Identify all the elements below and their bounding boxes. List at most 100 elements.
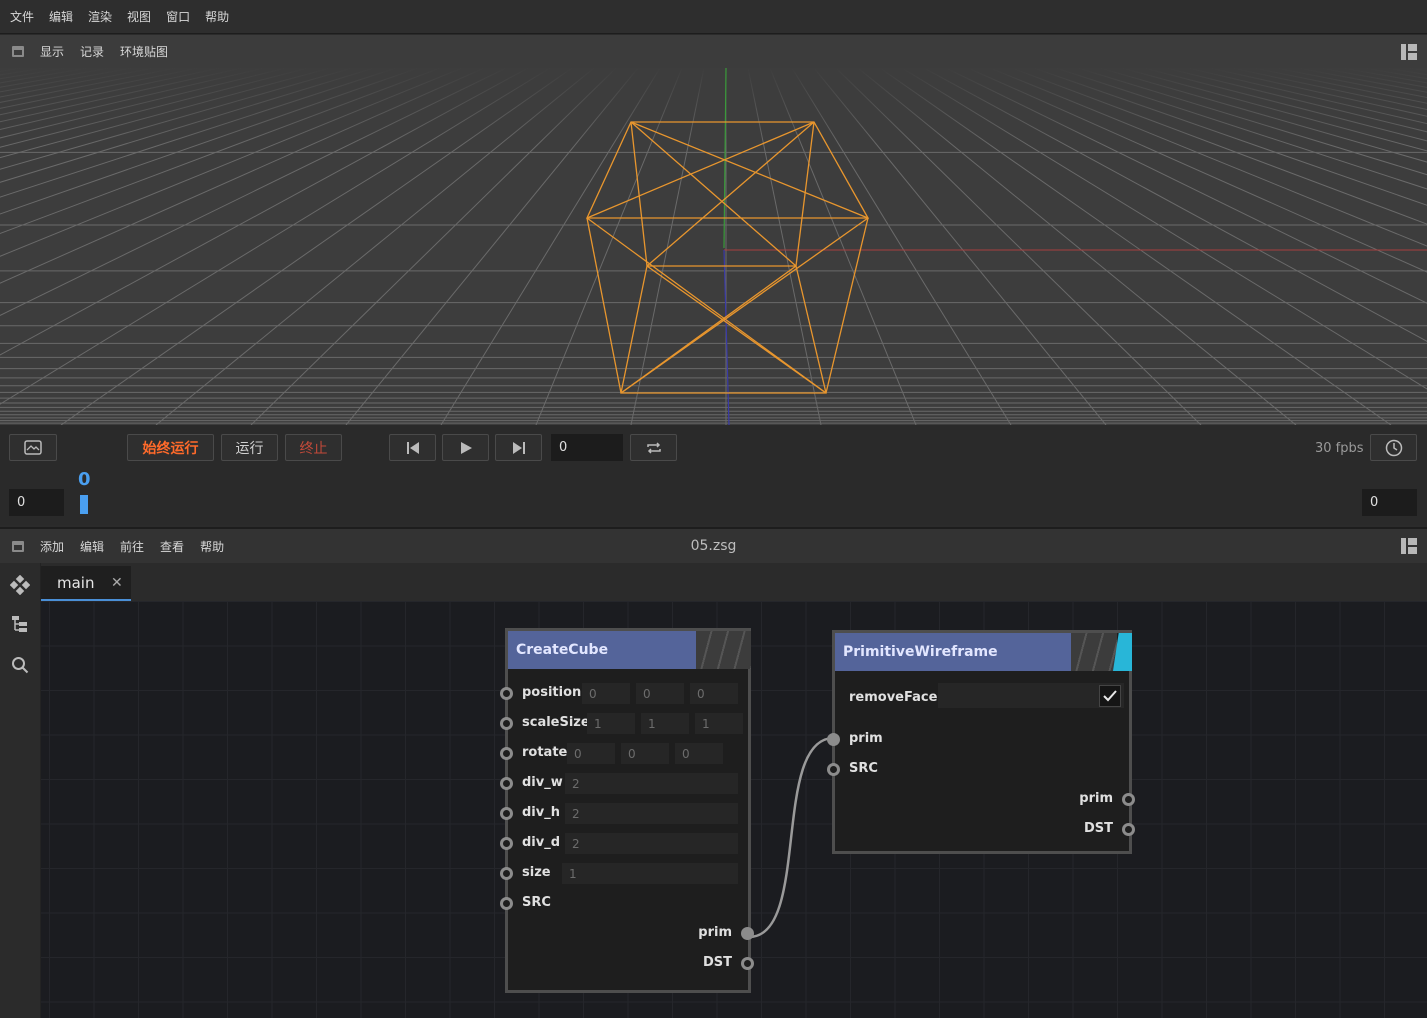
viewport-menu-display[interactable]: 显示	[40, 43, 64, 60]
node-title-stripes	[696, 631, 751, 669]
node-menu-add[interactable]: 添加	[40, 538, 64, 555]
node-editor-sidebar	[0, 563, 41, 1018]
search-icon[interactable]	[11, 656, 29, 674]
node-title-stripes	[1071, 633, 1117, 671]
tab-close-icon[interactable]: ✕	[111, 575, 123, 591]
input-socket-scaleSize[interactable]	[500, 717, 513, 730]
node-menu-help[interactable]: 帮助	[200, 538, 224, 555]
menu-render[interactable]: 渲染	[88, 8, 119, 25]
rotate-field-2[interactable]: 0	[675, 743, 723, 764]
div_w-field[interactable]: 2	[565, 773, 738, 794]
input-label: position	[522, 685, 582, 700]
node-create-cube[interactable]: CreateCube position 0 0 0 scaleSize 1 1 1 rotate…	[500, 628, 754, 993]
position-field-2[interactable]: 0	[690, 683, 738, 704]
menu-file[interactable]: 文件	[10, 8, 41, 25]
output-label: prim	[698, 925, 732, 940]
viewport-menu-record[interactable]: 记录	[80, 43, 104, 60]
dock-menu-icon[interactable]	[12, 46, 24, 57]
link-wire	[748, 736, 835, 939]
tab-main-label: main	[57, 574, 95, 592]
tab-main[interactable]: main ✕	[41, 566, 131, 601]
menu-help[interactable]: 帮助	[205, 8, 236, 25]
input-socket-div_d[interactable]	[500, 837, 513, 850]
input-socket-SRC[interactable]	[500, 897, 513, 910]
graph-tab-bar: main ✕	[41, 563, 1427, 601]
dock-menu-icon[interactable]	[12, 540, 24, 552]
image-icon	[24, 440, 42, 455]
viewport-menu-envmap[interactable]: 环境贴图	[120, 43, 168, 60]
node-primitive-wireframe[interactable]: PrimitiveWireframe removeFaces prim SRC pri…	[827, 630, 1135, 854]
div_d-field[interactable]: 2	[565, 833, 738, 854]
output-socket-prim[interactable]	[1122, 793, 1135, 806]
stop-button[interactable]: 终止	[285, 434, 342, 461]
always-run-button[interactable]: 始终运行	[127, 434, 214, 461]
input-socket-div_w[interactable]	[500, 777, 513, 790]
input-socket-position[interactable]	[500, 687, 513, 700]
position-field-0[interactable]: 0	[582, 683, 630, 704]
output-socket-prim[interactable]	[741, 927, 754, 940]
current-frame-input[interactable]: 0	[551, 434, 623, 461]
viewport-toolbar: 显示 记录 环境贴图	[0, 35, 1427, 68]
input-socket-rotate[interactable]	[500, 747, 513, 760]
input-socket-src[interactable]	[827, 763, 840, 776]
output-label: DST	[1083, 821, 1113, 836]
param-label: removeFaces	[849, 690, 946, 705]
node-menu-edit[interactable]: 编辑	[80, 538, 104, 555]
output-socket-dst[interactable]	[1122, 823, 1135, 836]
start-frame-input[interactable]: 0	[9, 489, 64, 516]
timeline-panel: 始终运行 运行 终止 0 30 fpbs 0 0 0	[0, 425, 1427, 525]
input-label: SRC	[522, 895, 551, 910]
node-graph-canvas[interactable]: CreateCube position 0 0 0 scaleSize 1 1 1 rotate…	[41, 601, 1427, 1018]
input-label: rotate	[522, 745, 568, 760]
node-title[interactable]: PrimitiveWireframe	[835, 633, 1079, 671]
check-icon	[1103, 690, 1117, 702]
next-frame-button[interactable]	[495, 434, 542, 461]
play-button[interactable]	[442, 434, 489, 461]
split-panel-icon[interactable]	[1401, 538, 1417, 554]
node-menu-goto[interactable]: 前往	[120, 538, 144, 555]
prev-frame-button[interactable]	[389, 434, 436, 461]
viewport-scene	[0, 68, 1427, 425]
node-menu-view[interactable]: 查看	[160, 538, 184, 555]
scaleSize-field-0[interactable]: 1	[587, 713, 635, 734]
remove-faces-checkbox[interactable]	[1099, 685, 1121, 707]
run-button[interactable]: 运行	[221, 434, 278, 461]
screenshot-button[interactable]	[9, 434, 57, 461]
input-socket-size[interactable]	[500, 867, 513, 880]
menu-window[interactable]: 窗口	[166, 8, 197, 25]
main-menubar: 文件 编辑 渲染 视图 窗口 帮助	[0, 0, 1427, 34]
input-label: prim	[849, 731, 883, 746]
input-label: SRC	[849, 761, 878, 776]
skip-forward-icon	[512, 441, 525, 454]
end-frame-input[interactable]: 0	[1362, 489, 1417, 516]
input-label: size	[522, 865, 551, 880]
scaleSize-field-2[interactable]: 1	[695, 713, 743, 734]
skip-back-icon	[406, 441, 419, 454]
menu-edit[interactable]: 编辑	[49, 8, 80, 25]
play-icon	[460, 441, 472, 454]
split-panel-icon[interactable]	[1401, 43, 1417, 60]
input-label: scaleSize	[522, 715, 590, 730]
loop-button[interactable]	[630, 434, 677, 461]
remove-faces-field	[938, 683, 1124, 708]
rotate-field-1[interactable]: 0	[621, 743, 669, 764]
clock-button[interactable]	[1370, 434, 1417, 461]
input-label: div_h	[522, 805, 560, 820]
input-socket-prim[interactable]	[827, 733, 840, 746]
position-field-1[interactable]: 0	[636, 683, 684, 704]
tree-icon[interactable]	[11, 615, 29, 633]
input-label: div_w	[522, 775, 563, 790]
rotate-field-0[interactable]: 0	[567, 743, 615, 764]
output-socket-dst[interactable]	[741, 957, 754, 970]
3d-viewport[interactable]	[0, 68, 1427, 425]
menu-view[interactable]: 视图	[127, 8, 158, 25]
size-field[interactable]: 1	[562, 863, 738, 884]
nodes-icon[interactable]	[10, 575, 30, 595]
node-title[interactable]: CreateCube	[508, 631, 704, 669]
clock-icon	[1385, 439, 1402, 456]
node-editor-toolbar: 05.zsg 添加 编辑 前往 查看 帮助	[0, 527, 1427, 563]
div_h-field[interactable]: 2	[565, 803, 738, 824]
timeline-slider-handle[interactable]	[80, 495, 88, 514]
input-socket-div_h[interactable]	[500, 807, 513, 820]
scaleSize-field-1[interactable]: 1	[641, 713, 689, 734]
